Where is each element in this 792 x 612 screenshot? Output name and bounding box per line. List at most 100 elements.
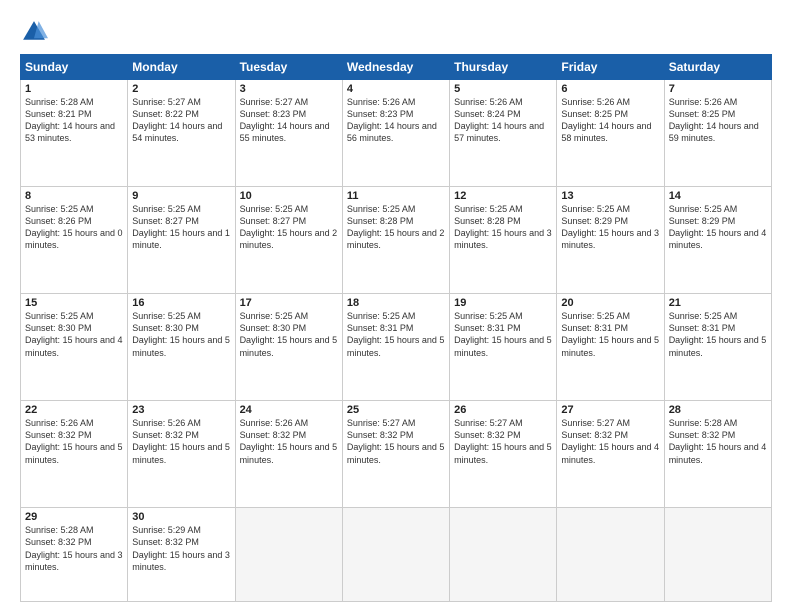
day-number: 6 (561, 83, 659, 95)
day-header-saturday: Saturday (664, 55, 771, 80)
day-number: 13 (561, 190, 659, 202)
cell-info: Sunrise: 5:26 AMSunset: 8:25 PMDaylight:… (561, 97, 651, 143)
calendar-cell: 3Sunrise: 5:27 AMSunset: 8:23 PMDaylight… (235, 80, 342, 187)
calendar-cell: 6 Sunrise: 5:26 AMSunset: 8:25 PMDaylight… (557, 80, 664, 187)
day-number: 11 (347, 190, 445, 202)
calendar-cell: 20Sunrise: 5:25 AMSunset: 8:31 PMDayligh… (557, 294, 664, 401)
calendar-cell: 22 Sunrise: 5:26 AMSunset: 8:32 PMDayligh… (21, 401, 128, 508)
calendar-week-4: 22 Sunrise: 5:26 AMSunset: 8:32 PMDayligh… (21, 401, 772, 508)
calendar-week-1: 1 Sunrise: 5:28 AMSunset: 8:21 PMDaylight… (21, 80, 772, 187)
day-number: 28 (669, 404, 767, 416)
cell-info: Sunrise: 5:26 AMSunset: 8:23 PMDaylight:… (347, 97, 437, 143)
day-number: 15 (25, 297, 123, 309)
cell-info: Sunrise: 5:25 AMSunset: 8:29 PMDaylight:… (669, 204, 767, 250)
calendar-cell: 19 Sunrise: 5:25 AMSunset: 8:31 PMDayligh… (450, 294, 557, 401)
cell-info: Sunrise: 5:25 AMSunset: 8:27 PMDaylight:… (132, 204, 230, 250)
day-number: 12 (454, 190, 552, 202)
logo (20, 18, 52, 46)
cell-info: Sunrise: 5:26 AMSunset: 8:24 PMDaylight:… (454, 97, 544, 143)
calendar-cell: 2 Sunrise: 5:27 AMSunset: 8:22 PMDaylight… (128, 80, 235, 187)
cell-info: Sunrise: 5:28 AMSunset: 8:32 PMDaylight:… (669, 418, 767, 464)
cell-info: Sunrise: 5:27 AMSunset: 8:22 PMDaylight:… (132, 97, 222, 143)
day-number: 14 (669, 190, 767, 202)
day-headers-row: SundayMondayTuesdayWednesdayThursdayFrid… (21, 55, 772, 80)
calendar-table: SundayMondayTuesdayWednesdayThursdayFrid… (20, 54, 772, 602)
day-number: 21 (669, 297, 767, 309)
cell-info: Sunrise: 5:25 AMSunset: 8:31 PMDaylight:… (454, 311, 552, 357)
day-number: 22 (25, 404, 123, 416)
logo-icon (20, 18, 48, 46)
day-number: 1 (25, 83, 123, 95)
calendar-cell: 9Sunrise: 5:25 AMSunset: 8:27 PMDaylight… (128, 187, 235, 294)
calendar-cell (235, 508, 342, 602)
calendar-cell (450, 508, 557, 602)
day-number: 23 (132, 404, 230, 416)
calendar-cell: 5 Sunrise: 5:26 AMSunset: 8:24 PMDaylight… (450, 80, 557, 187)
calendar-cell: 30 Sunrise: 5:29 AMSunset: 8:32 PMDayligh… (128, 508, 235, 602)
calendar-week-5: 29 Sunrise: 5:28 AMSunset: 8:32 PMDayligh… (21, 508, 772, 602)
day-number: 7 (669, 83, 767, 95)
cell-info: Sunrise: 5:26 AMSunset: 8:32 PMDaylight:… (240, 418, 338, 464)
calendar-week-3: 15 Sunrise: 5:25 AMSunset: 8:30 PMDayligh… (21, 294, 772, 401)
cell-info: Sunrise: 5:25 AMSunset: 8:30 PMDaylight:… (132, 311, 230, 357)
calendar-cell: 24 Sunrise: 5:26 AMSunset: 8:32 PMDayligh… (235, 401, 342, 508)
cell-info: Sunrise: 5:26 AMSunset: 8:32 PMDaylight:… (132, 418, 230, 464)
calendar-cell: 16 Sunrise: 5:25 AMSunset: 8:30 PMDayligh… (128, 294, 235, 401)
calendar-cell: 12 Sunrise: 5:25 AMSunset: 8:28 PMDayligh… (450, 187, 557, 294)
day-header-monday: Monday (128, 55, 235, 80)
cell-info: Sunrise: 5:25 AMSunset: 8:29 PMDaylight:… (561, 204, 659, 250)
day-number: 19 (454, 297, 552, 309)
calendar-cell: 25 Sunrise: 5:27 AMSunset: 8:32 PMDayligh… (342, 401, 449, 508)
cell-info: Sunrise: 5:25 AMSunset: 8:31 PMDaylight:… (347, 311, 445, 357)
cell-info: Sunrise: 5:26 AMSunset: 8:32 PMDaylight:… (25, 418, 123, 464)
calendar-cell: 26 Sunrise: 5:27 AMSunset: 8:32 PMDayligh… (450, 401, 557, 508)
calendar-cell: 14 Sunrise: 5:25 AMSunset: 8:29 PMDayligh… (664, 187, 771, 294)
cell-info: Sunrise: 5:25 AMSunset: 8:31 PMDaylight:… (669, 311, 767, 357)
day-header-thursday: Thursday (450, 55, 557, 80)
day-number: 26 (454, 404, 552, 416)
calendar-cell (342, 508, 449, 602)
cell-info: Sunrise: 5:28 AMSunset: 8:32 PMDaylight:… (25, 525, 123, 571)
calendar-cell: 27Sunrise: 5:27 AMSunset: 8:32 PMDayligh… (557, 401, 664, 508)
day-number: 8 (25, 190, 123, 202)
cell-info: Sunrise: 5:25 AMSunset: 8:31 PMDaylight:… (561, 311, 659, 357)
cell-info: Sunrise: 5:25 AMSunset: 8:28 PMDaylight:… (454, 204, 552, 250)
day-number: 24 (240, 404, 338, 416)
cell-info: Sunrise: 5:25 AMSunset: 8:28 PMDaylight:… (347, 204, 445, 250)
calendar-cell (664, 508, 771, 602)
calendar-cell: 23 Sunrise: 5:26 AMSunset: 8:32 PMDayligh… (128, 401, 235, 508)
day-header-wednesday: Wednesday (342, 55, 449, 80)
page: SundayMondayTuesdayWednesdayThursdayFrid… (0, 0, 792, 612)
cell-info: Sunrise: 5:27 AMSunset: 8:32 PMDaylight:… (454, 418, 552, 464)
calendar-cell: 1 Sunrise: 5:28 AMSunset: 8:21 PMDaylight… (21, 80, 128, 187)
day-number: 4 (347, 83, 445, 95)
day-number: 29 (25, 511, 123, 523)
cell-info: Sunrise: 5:27 AMSunset: 8:23 PMDaylight:… (240, 97, 330, 143)
day-number: 16 (132, 297, 230, 309)
calendar-cell (557, 508, 664, 602)
cell-info: Sunrise: 5:28 AMSunset: 8:21 PMDaylight:… (25, 97, 115, 143)
day-number: 25 (347, 404, 445, 416)
calendar-cell: 21 Sunrise: 5:25 AMSunset: 8:31 PMDayligh… (664, 294, 771, 401)
calendar-cell: 11 Sunrise: 5:25 AMSunset: 8:28 PMDayligh… (342, 187, 449, 294)
day-number: 30 (132, 511, 230, 523)
day-number: 10 (240, 190, 338, 202)
cell-info: Sunrise: 5:25 AMSunset: 8:27 PMDaylight:… (240, 204, 338, 250)
day-number: 27 (561, 404, 659, 416)
cell-info: Sunrise: 5:27 AMSunset: 8:32 PMDaylight:… (347, 418, 445, 464)
calendar-week-2: 8 Sunrise: 5:25 AMSunset: 8:26 PMDaylight… (21, 187, 772, 294)
calendar-cell: 8 Sunrise: 5:25 AMSunset: 8:26 PMDaylight… (21, 187, 128, 294)
calendar-cell: 4 Sunrise: 5:26 AMSunset: 8:23 PMDaylight… (342, 80, 449, 187)
calendar-cell: 13 Sunrise: 5:25 AMSunset: 8:29 PMDayligh… (557, 187, 664, 294)
day-header-friday: Friday (557, 55, 664, 80)
day-number: 2 (132, 83, 230, 95)
calendar-cell: 15 Sunrise: 5:25 AMSunset: 8:30 PMDayligh… (21, 294, 128, 401)
cell-info: Sunrise: 5:25 AMSunset: 8:30 PMDaylight:… (240, 311, 338, 357)
calendar-cell: 29 Sunrise: 5:28 AMSunset: 8:32 PMDayligh… (21, 508, 128, 602)
cell-info: Sunrise: 5:25 AMSunset: 8:30 PMDaylight:… (25, 311, 123, 357)
calendar-cell: 10 Sunrise: 5:25 AMSunset: 8:27 PMDayligh… (235, 187, 342, 294)
cell-info: Sunrise: 5:25 AMSunset: 8:26 PMDaylight:… (25, 204, 123, 250)
day-number: 5 (454, 83, 552, 95)
cell-info: Sunrise: 5:29 AMSunset: 8:32 PMDaylight:… (132, 525, 230, 571)
day-header-tuesday: Tuesday (235, 55, 342, 80)
